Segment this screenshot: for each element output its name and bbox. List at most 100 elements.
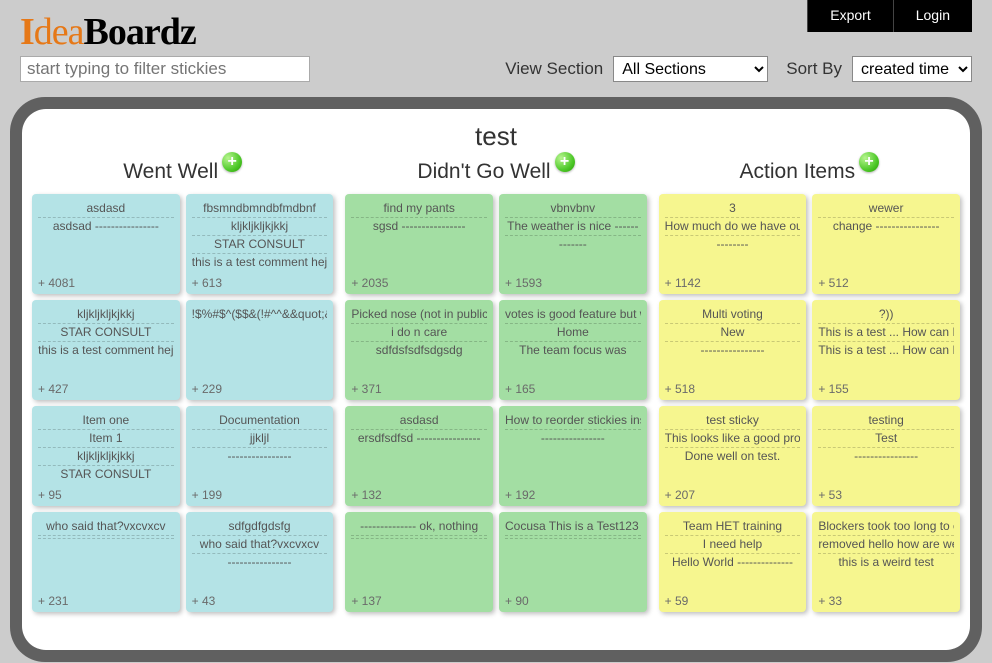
view-section-label: View Section: [505, 59, 603, 79]
card-line: Blockers took too long to close: [818, 518, 954, 536]
cards-grid: asdasdasdsad ----------------+ 4081fbsmn…: [32, 194, 333, 612]
vote-count[interactable]: + 613: [192, 274, 328, 290]
card-line: STAR CONSULT: [192, 236, 328, 254]
sticky-card[interactable]: asdasdersdfsdfsd ---------------- + 132: [345, 406, 493, 506]
vote-count[interactable]: + 59: [665, 592, 801, 608]
card-body: Blockers took too long to closeremoved h…: [818, 518, 954, 592]
vote-count[interactable]: + 2035: [351, 274, 487, 290]
card-line: removed hello how are we doing this is n…: [818, 536, 954, 554]
card-body: -------------- ok, nothing: [351, 518, 487, 592]
card-line: sdfgdfgdsfg: [192, 518, 328, 536]
sticky-card[interactable]: fbsmndbmndbfmdbnfkljkljkljkjkkjSTAR CONS…: [186, 194, 334, 294]
add-sticky-icon[interactable]: +: [555, 152, 575, 172]
card-line: find my pants: [351, 200, 487, 218]
sticky-card[interactable]: vbnvbnvThe weather is nice -------------…: [499, 194, 647, 294]
sort-by-label: Sort By: [786, 59, 842, 79]
vote-count[interactable]: + 90: [505, 592, 641, 608]
sticky-card[interactable]: asdasdasdsad ----------------+ 4081: [32, 194, 180, 294]
vote-count[interactable]: + 1593: [505, 274, 641, 290]
card-line: -------: [505, 236, 641, 253]
column-header: Action Items+: [659, 160, 960, 184]
vote-count[interactable]: + 132: [351, 486, 487, 502]
card-line: STAR CONSULT: [38, 466, 174, 483]
card-line: Item one: [38, 412, 174, 430]
vote-count[interactable]: + 229: [192, 380, 328, 396]
card-line: Team HET training: [665, 518, 801, 536]
vote-count[interactable]: + 43: [192, 592, 328, 608]
filter-input[interactable]: [20, 56, 310, 82]
card-line: change ----------------: [818, 218, 954, 235]
card-line: I need help: [665, 536, 801, 554]
card-line: ?)): [818, 306, 954, 324]
columns: Went Well+asdasdasdsad ----------------+…: [32, 160, 960, 612]
vote-count[interactable]: + 518: [665, 380, 801, 396]
sticky-card[interactable]: Item oneItem 1kljkljkljkjkkjSTAR CONSULT…: [32, 406, 180, 506]
card-body: 3How much do we have outstanding for rec…: [665, 200, 801, 274]
column-title: Action Items: [740, 160, 856, 184]
card-line: who said that?vxcvxcv: [192, 536, 328, 554]
column-title: Went Well: [123, 160, 218, 184]
vote-count[interactable]: + 192: [505, 486, 641, 502]
card-line: this is a test comment hej: [192, 254, 328, 271]
add-sticky-icon[interactable]: +: [222, 152, 242, 172]
card-line: The weather is nice ------: [505, 218, 641, 236]
sticky-card[interactable]: ?))This is a test ... How can I update t…: [812, 300, 960, 400]
vote-count[interactable]: + 199: [192, 486, 328, 502]
column: Action Items+ 3How much do we have outsta…: [659, 160, 960, 612]
card-line: asdasd: [351, 412, 487, 430]
sticky-card[interactable]: Picked nose (not in public) - then again…: [345, 300, 493, 400]
sticky-card[interactable]: Team HET trainingI need helpHello World …: [659, 512, 807, 612]
sticky-card[interactable]: testingTest----------------+ 53: [812, 406, 960, 506]
sticky-card[interactable]: 3How much do we have outstanding for rec…: [659, 194, 807, 294]
vote-count[interactable]: + 1142: [665, 274, 801, 290]
vote-count[interactable]: + 165: [505, 380, 641, 396]
card-body: !$%#$^($$&(!#^^&&quot;&quot;&quot;"&&quo…: [192, 306, 328, 380]
sticky-card[interactable]: votes is good feature but what for aged …: [499, 300, 647, 400]
sticky-card[interactable]: Documentationjjkljl----------------+ 199: [186, 406, 334, 506]
vote-count[interactable]: + 4081: [38, 274, 174, 290]
login-link[interactable]: Login: [893, 0, 972, 32]
card-body: ?))This is a test ... How can I update t…: [818, 306, 954, 380]
card-line: i do n care: [351, 324, 487, 342]
add-sticky-icon[interactable]: +: [859, 152, 879, 172]
cards-grid: find my pantssgsd ----------------+ 2035…: [345, 194, 646, 612]
card-line: -------------- ok, nothing: [351, 518, 487, 536]
sticky-card[interactable]: How to reorder stickies instead of merge…: [499, 406, 647, 506]
sticky-card[interactable]: Multi votingNew----------------+ 518: [659, 300, 807, 400]
card-line: kljkljkljkjkkj: [38, 306, 174, 324]
vote-count[interactable]: + 207: [665, 486, 801, 502]
sticky-card[interactable]: kljkljkljkjkkjSTAR CONSULTthis is a test…: [32, 300, 180, 400]
cards-grid: 3How much do we have outstanding for rec…: [659, 194, 960, 612]
vote-count[interactable]: + 371: [351, 380, 487, 396]
sticky-card[interactable]: sdfgdfgdsfgwho said that?vxcvxcv--------…: [186, 512, 334, 612]
card-line: Item 1: [38, 430, 174, 448]
sort-select[interactable]: created time: [852, 56, 972, 82]
vote-count[interactable]: + 137: [351, 592, 487, 608]
card-line: wewer: [818, 200, 954, 218]
vote-count[interactable]: + 231: [38, 592, 174, 608]
vote-count[interactable]: + 95: [38, 486, 174, 502]
card-line: [38, 539, 174, 541]
sticky-card[interactable]: !$%#$^($$&(!#^^&&quot;&quot;&quot;"&&quo…: [186, 300, 334, 400]
vote-count[interactable]: + 512: [818, 274, 954, 290]
card-body: who said that?vxcvxcv: [38, 518, 174, 592]
sticky-card[interactable]: Cocusa This is a Test123 -- + 90: [499, 512, 647, 612]
card-line: kljkljkljkjkkj: [38, 448, 174, 466]
vote-count[interactable]: + 53: [818, 486, 954, 502]
card-line: This looks like a good program.: [665, 430, 801, 448]
sticky-card[interactable]: wewerchange ---------------- + 512: [812, 194, 960, 294]
card-line: [351, 539, 487, 541]
vote-count[interactable]: + 155: [818, 380, 954, 396]
sticky-card[interactable]: who said that?vxcvxcv + 231: [32, 512, 180, 612]
sticky-card[interactable]: find my pantssgsd ----------------+ 2035: [345, 194, 493, 294]
logo-part-boardz: Boardz: [84, 11, 196, 53]
sticky-card[interactable]: test stickyThis looks like a good progra…: [659, 406, 807, 506]
section-select[interactable]: All Sections: [613, 56, 768, 82]
vote-count[interactable]: + 427: [38, 380, 174, 396]
sticky-card[interactable]: -------------- ok, nothing + 137: [345, 512, 493, 612]
export-link[interactable]: Export: [807, 0, 892, 32]
card-body: vbnvbnvThe weather is nice -------------: [505, 200, 641, 274]
card-line: ersdfsdfsd ----------------: [351, 430, 487, 447]
sticky-card[interactable]: Blockers took too long to closeremoved h…: [812, 512, 960, 612]
vote-count[interactable]: + 33: [818, 592, 954, 608]
